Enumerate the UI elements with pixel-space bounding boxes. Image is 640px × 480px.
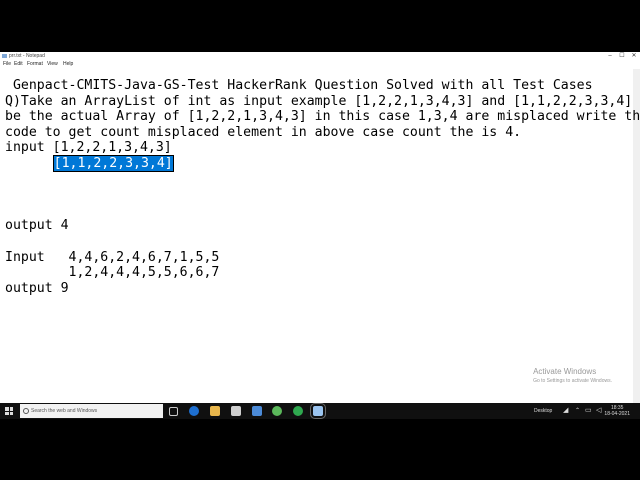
- text-line: output 4: [5, 218, 69, 234]
- notepad-icon: [2, 54, 7, 58]
- text-line: output 9: [5, 280, 69, 296]
- taskbar: Search the web and Windows Desktop ◢ ⌃ ▭…: [0, 403, 640, 419]
- text-line: [5, 234, 630, 250]
- activation-watermark: Activate Windows Go to Settings to activ…: [533, 367, 612, 385]
- file-explorer-icon[interactable]: [210, 406, 220, 416]
- close-button[interactable]: ✕: [628, 52, 640, 60]
- chrome-icon[interactable]: [272, 406, 282, 416]
- menu-view[interactable]: View: [47, 60, 58, 69]
- selected-text[interactable]: [1,1,2,2,3,3,4]: [52, 154, 174, 172]
- taskbar-clock[interactable]: 18:35 18-04-2021: [604, 405, 630, 417]
- search-placeholder: Search the web and Windows: [31, 408, 98, 414]
- desktop-toolbar-label[interactable]: Desktop: [534, 403, 552, 419]
- start-button[interactable]: [5, 407, 13, 415]
- edge-icon[interactable]: [189, 406, 199, 416]
- text-line: Q)Take an ArrayList of int as input exam…: [5, 93, 640, 109]
- chevron-up-icon[interactable]: ⌃: [575, 403, 580, 419]
- network-icon[interactable]: ◢: [563, 403, 568, 419]
- watermark-subtitle: Go to Settings to activate Windows.: [533, 378, 612, 384]
- menu-help[interactable]: Help: [63, 60, 73, 69]
- menu-bar: File Edit Format View Help: [0, 60, 640, 69]
- volume-icon[interactable]: ◁: [596, 403, 601, 419]
- notepad-taskbar-icon[interactable]: [310, 403, 326, 419]
- maximize-button[interactable]: ☐: [616, 52, 628, 60]
- title-bar: prr.txt - Notepad – ☐ ✕: [0, 52, 640, 60]
- minimize-button[interactable]: –: [604, 52, 616, 60]
- text-line: Genpact-CMITS-Java-GS-Test HackerRank Qu…: [5, 78, 593, 93]
- text-editor[interactable]: Genpact-CMITS-Java-GS-Test HackerRank Qu…: [5, 78, 640, 296]
- clock-date: 18-04-2021: [604, 411, 630, 417]
- battery-icon[interactable]: ▭: [585, 403, 592, 419]
- selected-line: [1,1,2,2,3,3,4]: [5, 154, 630, 172]
- text-line: code to get count misplaced element in a…: [5, 124, 522, 140]
- store-icon[interactable]: [231, 406, 241, 416]
- text-line: be the actual Array of [1,2,2,1,3,4,3] i…: [5, 109, 640, 125]
- text-line: input [1,2,2,1,3,4,3]: [5, 140, 172, 156]
- menu-format[interactable]: Format: [27, 60, 43, 69]
- task-view-icon[interactable]: [169, 407, 178, 416]
- app-icon[interactable]: [293, 406, 303, 416]
- menu-file[interactable]: File: [3, 60, 11, 69]
- menu-edit[interactable]: Edit: [14, 60, 23, 69]
- text-line: [5, 187, 630, 203]
- selection-indent: [5, 156, 53, 171]
- app-icon[interactable]: [252, 406, 262, 416]
- window-title: prr.txt - Notepad: [9, 53, 45, 59]
- text-line: [5, 203, 630, 219]
- text-line: 1,2,4,4,4,5,5,6,6,7: [5, 265, 220, 281]
- search-icon: [23, 408, 29, 414]
- notepad-window: prr.txt - Notepad – ☐ ✕ File Edit Format…: [0, 52, 640, 403]
- taskbar-search[interactable]: Search the web and Windows: [20, 404, 163, 418]
- text-line: Input 4,4,6,2,4,6,7,1,5,5: [5, 249, 220, 265]
- watermark-title: Activate Windows: [533, 367, 597, 376]
- text-line: [5, 172, 630, 188]
